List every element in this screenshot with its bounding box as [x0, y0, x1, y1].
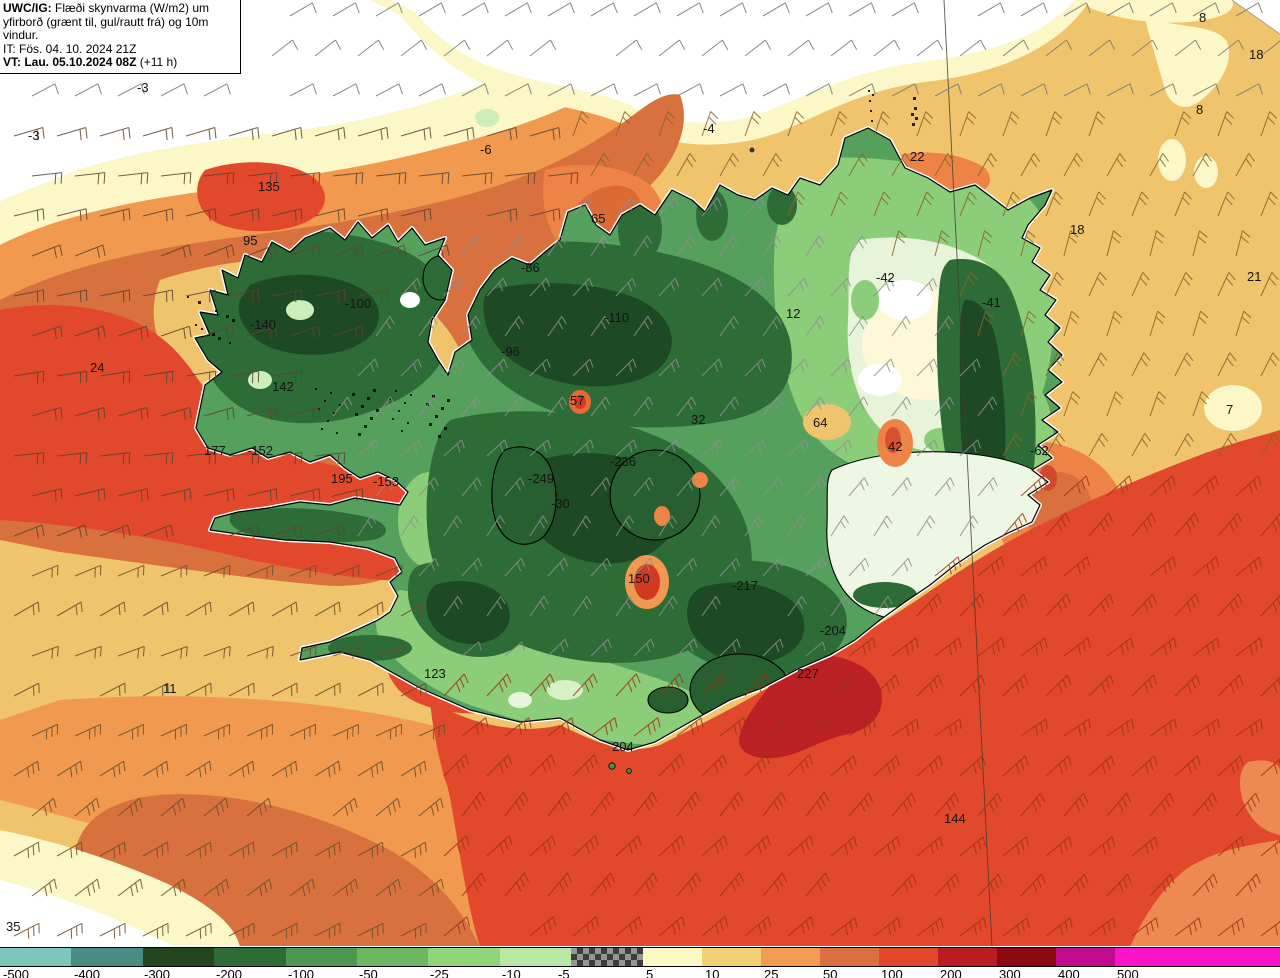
map-value-label: 7 [1226, 402, 1233, 417]
colorbar-tick-label: -10 [502, 967, 521, 978]
map-value-label: 64 [813, 415, 827, 430]
map-value-label: 195 [331, 471, 353, 486]
title-box: UWC/IG: Flæði skynvarma (W/m2) um yfirbo… [0, 0, 241, 74]
colorbar-segment [820, 948, 879, 966]
colorbar-tick-label: 300 [999, 967, 1021, 978]
colorbar-tick-label: 25 [764, 967, 779, 978]
island-grimsey [749, 147, 755, 153]
map-value-label: -249 [528, 471, 554, 486]
sea-pale-spot [1194, 156, 1218, 188]
map-value-label: -100 [345, 296, 371, 311]
colorbar-segment [71, 948, 143, 966]
map-value-label: 142 [272, 379, 294, 394]
colorbar-segment [1056, 948, 1115, 966]
map-value-label: -41 [982, 295, 1001, 310]
map-value-label: 12 [786, 306, 800, 321]
map-value-label: 24 [90, 360, 104, 375]
map-value-label: 204 [612, 739, 634, 754]
colorbar-segment [879, 948, 938, 966]
map-value-label: 42 [888, 439, 902, 454]
colorbar-tick-label: -300 [144, 967, 171, 978]
colorbar-tick-label: 400 [1058, 967, 1080, 978]
map-value-label: -42 [876, 270, 895, 285]
map-value-label: 18 [1070, 222, 1084, 237]
colorbar-segment [1115, 948, 1280, 966]
island-vestmannaeyjar [608, 762, 616, 770]
colorbar-tick-label: 10 [705, 967, 720, 978]
map-value-label: 18 [1249, 47, 1263, 62]
colorbar-tick-label: -400 [74, 967, 101, 978]
colorbar-segment [428, 948, 500, 966]
map-value-label: 177 [204, 443, 226, 458]
colorbar-segment [997, 948, 1056, 966]
map-value-label: -86 [521, 260, 540, 275]
colorbar-segment [214, 948, 286, 966]
map-value-label: 150 [628, 571, 650, 586]
map-value-label: -62 [1030, 443, 1049, 458]
colorbar-segment [643, 948, 702, 966]
map-value-label: -217 [732, 578, 758, 593]
island-vestmannaeyjar [626, 768, 632, 774]
colorbar-tick-label: -500 [3, 967, 30, 978]
map-value-label: -3 [28, 128, 40, 143]
map-value-label: -204 [820, 623, 846, 638]
colorbar-segment [938, 948, 997, 966]
map-value-label: 57 [570, 393, 584, 408]
colorbar-tick-label: 500 [1117, 967, 1139, 978]
map-value-label: 227 [797, 666, 819, 681]
colorbar-tick-label: -50 [359, 967, 378, 978]
map-value-label: -4 [703, 121, 715, 136]
title-line-1: UWC/IG: Flæði skynvarma (W/m2) um [3, 1, 210, 15]
sea-mint-spot [475, 109, 499, 127]
colorbar-tick-label: 100 [881, 967, 903, 978]
map-value-label: -30 [551, 496, 570, 511]
colorbar-legend: -500 -400 -300 -200 -100 -50 -25 -10 -5 5 10 25 50 10… [0, 946, 1280, 978]
map-value-label: 8 [1196, 102, 1203, 117]
map-value-label: -153 [373, 474, 399, 489]
map-value-label: 22 [910, 149, 924, 164]
map-value-label: 123 [424, 666, 446, 681]
colorbar-segment [357, 948, 428, 966]
map-value-label: 32 [691, 412, 705, 427]
colorbar-segment [761, 948, 820, 966]
map-value-label: -6 [480, 142, 492, 157]
colorbar-segment [500, 948, 571, 966]
colorbar-tick-label: 50 [823, 967, 838, 978]
map-value-label: 144 [944, 811, 966, 826]
map-value-label: -96 [501, 344, 520, 359]
colorbar-tick-label: -100 [288, 967, 315, 978]
colorbar-tick-label: -200 [216, 967, 243, 978]
map-value-label: -110 [604, 310, 629, 325]
map-value-label: 135 [258, 179, 280, 194]
title-line-3: IT: Fös. 04. 10. 2024 21Z [3, 41, 137, 56]
title-line-2: yfirborð (grænt til, gul/rautt frá) og 1… [3, 14, 209, 42]
map-value-label: -152 [247, 443, 273, 458]
map-value-label: 11 [163, 681, 177, 696]
sea-pale-spot [1158, 139, 1186, 181]
map-value-label: -3 [137, 80, 149, 95]
title-line-4: VT: Lau. 05.10.2024 08Z (+11 h) [3, 55, 178, 69]
map-value-label: 8 [1199, 10, 1206, 25]
colorbar-tick-label: -5 [558, 967, 570, 978]
colorbar-segment [702, 948, 761, 966]
map-value-label: 65 [591, 211, 605, 226]
map-value-label: -236 [610, 454, 636, 469]
map-value-label: 21 [1247, 269, 1261, 284]
colorbar-segment [143, 948, 214, 966]
colorbar-segment [286, 948, 357, 966]
map-value-label: -140 [250, 317, 276, 332]
colorbar-strip [0, 947, 1280, 967]
colorbar-tick-label: -25 [430, 967, 449, 978]
map-value-label: 95 [243, 233, 257, 248]
colorbar-tick-label: 5 [646, 967, 654, 978]
weather-map-screenshot: -3 -3 135 95 -100 -140 24 -6 -4 65 -86 -110 -96 57 12 3… [0, 0, 1280, 978]
iceland-heatflux-map: -3-313595-100-14024-6-465-86-110-9657123… [0, 0, 1280, 947]
colorbar-tick-label: 200 [940, 967, 962, 978]
colorbar-segment [571, 948, 643, 966]
map-value-label: 35 [6, 919, 20, 934]
colorbar-segment [0, 948, 71, 966]
